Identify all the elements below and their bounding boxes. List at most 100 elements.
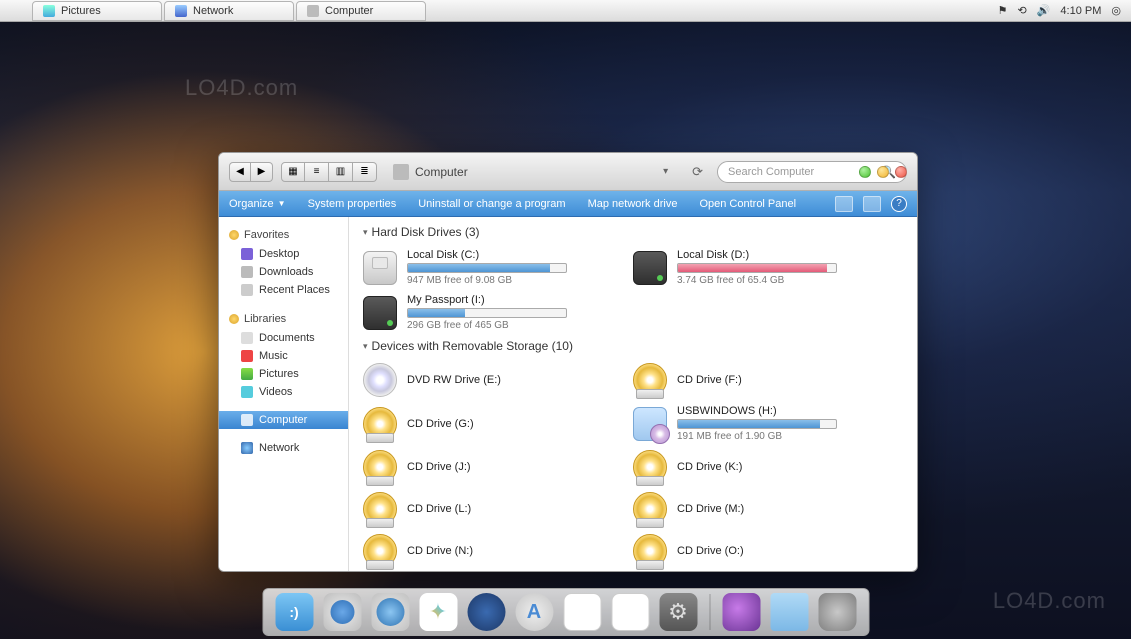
view-options-button[interactable] <box>835 196 853 212</box>
cd-drive-icon <box>633 363 667 397</box>
cd-drive-icon <box>363 450 397 484</box>
command-bar: Organize ▼ System properties Uninstall o… <box>219 191 917 217</box>
usb-drive-icon <box>633 407 667 441</box>
cd-drive-icon <box>363 407 397 441</box>
music-icon <box>241 350 253 362</box>
dock-wallpaper-icon[interactable] <box>722 593 760 631</box>
nav-back-button[interactable]: ◀ <box>229 162 251 182</box>
drive-item[interactable]: CD Drive (G:) <box>363 401 633 446</box>
computer-icon <box>307 5 319 17</box>
drive-item[interactable]: DVD RW Drive (E:) <box>363 359 633 401</box>
drive-name: USBWINDOWS (H:) <box>677 405 903 417</box>
cd-drive-icon <box>633 450 667 484</box>
menubar: Pictures Network Computer ⚑ ⟲ 🔊 4:10 PM … <box>0 0 1131 22</box>
sidebar-item-network[interactable]: Network <box>219 439 348 457</box>
dock-folder-icon[interactable] <box>770 593 808 631</box>
traffic-close-button[interactable] <box>895 166 907 178</box>
nav-forward-button[interactable]: ▶ <box>251 162 273 182</box>
dock-textedit-icon[interactable] <box>563 593 601 631</box>
drive-item[interactable]: CD Drive (K:) <box>633 446 903 488</box>
videos-icon <box>241 386 253 398</box>
sidebar-item-recent-places[interactable]: Recent Places <box>219 281 348 299</box>
drive-name: Local Disk (D:) <box>677 249 903 261</box>
help-button[interactable]: ? <box>891 196 907 212</box>
sidebar-item-downloads[interactable]: Downloads <box>219 263 348 281</box>
uninstall-program-button[interactable]: Uninstall or change a program <box>418 198 565 210</box>
clock[interactable]: 4:10 PM <box>1060 5 1101 17</box>
sidebar-group-favorites[interactable]: Favorites <box>219 225 348 245</box>
dock-dashboard-icon[interactable] <box>467 593 505 631</box>
drive-item[interactable]: CD Drive (M:) <box>633 488 903 530</box>
dvd-drive-icon <box>363 363 397 397</box>
drive-item[interactable]: CD Drive (F:) <box>633 359 903 401</box>
dock-launchpad-icon[interactable] <box>323 593 361 631</box>
drive-free-space: 3.74 GB free of 65.4 GB <box>677 275 903 286</box>
sidebar-item-computer[interactable]: Computer <box>219 411 348 429</box>
section-removable-storage[interactable]: Devices with Removable Storage (10) <box>363 335 903 359</box>
dock-preferences-icon[interactable] <box>659 593 697 631</box>
organize-menu[interactable]: Organize ▼ <box>229 198 286 210</box>
traffic-minimize-button[interactable] <box>859 166 871 178</box>
drive-name: My Passport (I:) <box>407 294 633 306</box>
pictures-icon <box>241 368 253 380</box>
sidebar-item-documents[interactable]: Documents <box>219 329 348 347</box>
pictures-icon <box>43 5 55 17</box>
traffic-zoom-button[interactable] <box>877 166 889 178</box>
system-properties-button[interactable]: System properties <box>308 198 397 210</box>
open-control-panel-button[interactable]: Open Control Panel <box>699 198 796 210</box>
dock-finder-icon[interactable] <box>275 593 313 631</box>
preview-pane-button[interactable] <box>863 196 881 212</box>
drive-item[interactable]: Local Disk (D:) 3.74 GB free of 65.4 GB <box>633 245 903 290</box>
drive-name: CD Drive (F:) <box>677 374 903 386</box>
dock-safari-icon[interactable] <box>371 593 409 631</box>
drive-item[interactable]: CD Drive (N:) <box>363 530 633 571</box>
map-network-drive-button[interactable]: Map network drive <box>588 198 678 210</box>
drive-item[interactable]: Local Disk (C:) 947 MB free of 9.08 GB <box>363 245 633 290</box>
drive-item[interactable]: CD Drive (L:) <box>363 488 633 530</box>
drive-item[interactable]: CD Drive (J:) <box>363 446 633 488</box>
refresh-button[interactable]: ⟳ <box>686 164 709 180</box>
dock-app-icon[interactable] <box>419 593 457 631</box>
tray-sync-icon[interactable]: ⟲ <box>1018 4 1027 17</box>
view-coverflow-button[interactable]: ≣ <box>353 162 377 182</box>
dock-textedit-icon[interactable] <box>611 593 649 631</box>
cd-drive-icon <box>633 492 667 526</box>
taskbar-tab-computer[interactable]: Computer <box>296 1 426 21</box>
drive-item[interactable]: My Passport (I:)296 GB free of 465 GB <box>363 290 633 335</box>
watermark: LO4D.com <box>185 75 298 101</box>
sidebar-item-pictures[interactable]: Pictures <box>219 365 348 383</box>
sidebar-item-videos[interactable]: Videos <box>219 383 348 401</box>
sidebar-item-music[interactable]: Music <box>219 347 348 365</box>
explorer-window: ◀ ▶ ▦ ≡ ▥ ≣ Computer ▾ ⟳ Search Computer… <box>218 152 918 572</box>
path-dropdown-icon[interactable]: ▾ <box>659 166 672 177</box>
drive-free-space: 947 MB free of 9.08 GB <box>407 275 633 286</box>
tray-spotlight-icon[interactable]: ◎ <box>1111 4 1121 17</box>
tray-volume-icon[interactable]: 🔊 <box>1037 4 1051 17</box>
taskbar-tab-pictures[interactable]: Pictures <box>32 1 162 21</box>
view-columns-button[interactable]: ▥ <box>329 162 353 182</box>
dock <box>262 588 869 636</box>
view-icons-button[interactable]: ▦ <box>281 162 305 182</box>
section-hard-disk-drives[interactable]: Hard Disk Drives (3) <box>363 221 903 245</box>
tray-flag-icon[interactable]: ⚑ <box>998 4 1008 17</box>
capacity-bar <box>677 263 837 273</box>
drive-name: CD Drive (J:) <box>407 461 633 473</box>
sidebar-item-desktop[interactable]: Desktop <box>219 245 348 263</box>
sidebar-group-libraries[interactable]: Libraries <box>219 309 348 329</box>
titlebar[interactable]: ◀ ▶ ▦ ≡ ▥ ≣ Computer ▾ ⟳ Search Computer… <box>219 153 917 191</box>
network-icon <box>175 5 187 17</box>
drive-name: Local Disk (C:) <box>407 249 633 261</box>
dock-trash-icon[interactable] <box>818 593 856 631</box>
hard-disk-icon <box>363 296 397 330</box>
drive-free-space: 191 MB free of 1.90 GB <box>677 431 903 442</box>
taskbar-tab-network[interactable]: Network <box>164 1 294 21</box>
downloads-icon <box>241 266 253 278</box>
search-placeholder: Search Computer <box>728 166 814 178</box>
capacity-bar <box>407 263 567 273</box>
dock-appstore-icon[interactable] <box>515 593 553 631</box>
content-pane: Hard Disk Drives (3) Local Disk (C:) 947 … <box>349 217 917 571</box>
drive-name: CD Drive (K:) <box>677 461 903 473</box>
drive-item[interactable]: CD Drive (O:) <box>633 530 903 571</box>
drive-item[interactable]: USBWINDOWS (H:) 191 MB free of 1.90 GB <box>633 401 903 446</box>
view-list-button[interactable]: ≡ <box>305 162 329 182</box>
